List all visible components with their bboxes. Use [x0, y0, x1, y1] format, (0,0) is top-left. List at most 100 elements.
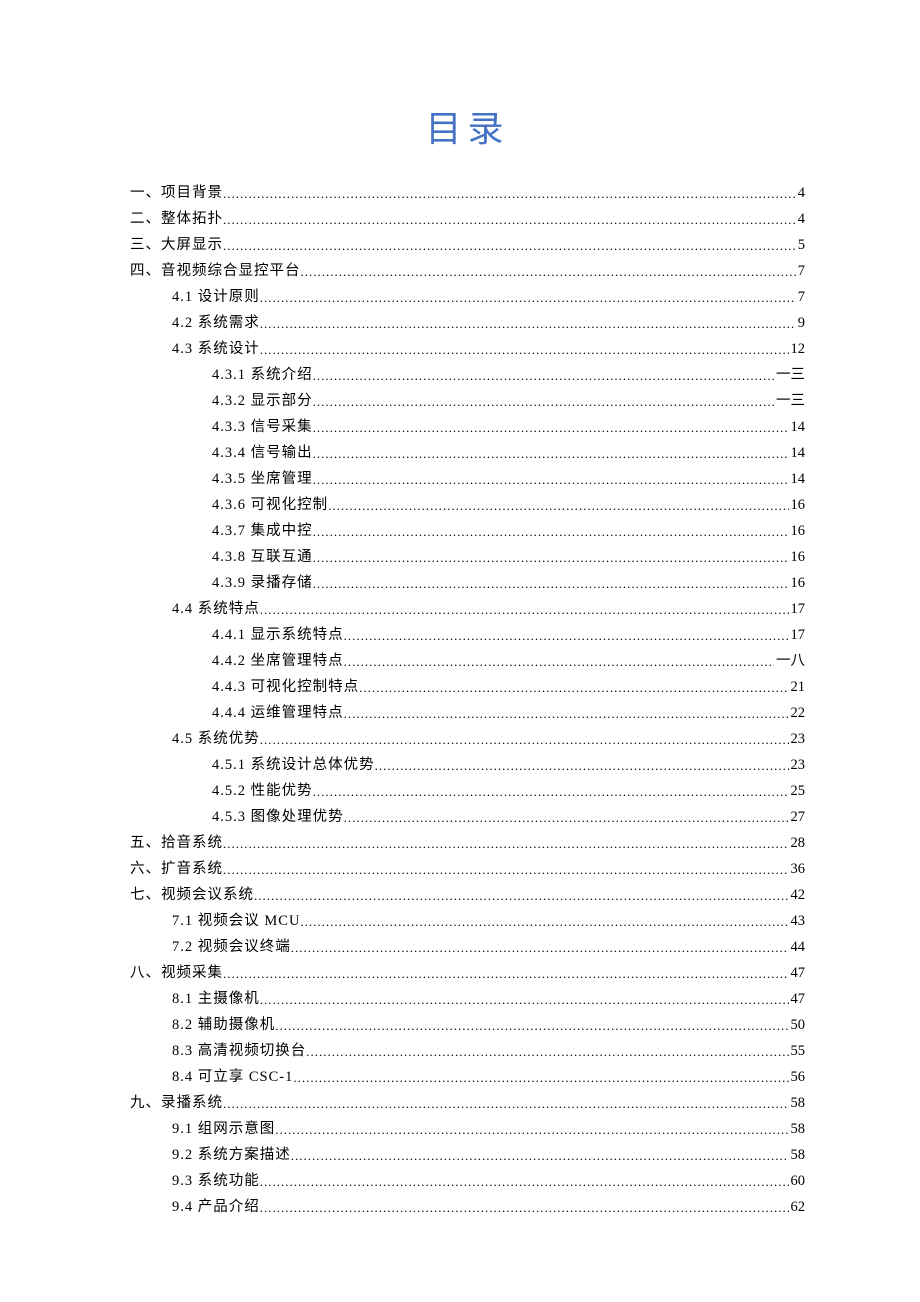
- toc-entry-leader: [344, 701, 789, 726]
- toc-entry-label: 4.3.8 互联互通: [212, 545, 313, 570]
- toc-entry[interactable]: 4.3.6 可视化控制16: [130, 492, 805, 518]
- toc-entry[interactable]: 4.1 设计原则7: [130, 284, 805, 310]
- toc-entry-page: 16: [789, 571, 806, 596]
- toc-entry-label: 7.1 视频会议 MCU: [172, 909, 300, 934]
- toc-entry-leader: [275, 1117, 788, 1142]
- toc-entry-label: 一、项目背景: [130, 181, 223, 206]
- toc-entry-leader: [375, 753, 789, 778]
- toc-entry-label: 4.3.3 信号采集: [212, 415, 313, 440]
- toc-entry[interactable]: 一、项目背景 4: [130, 180, 805, 206]
- toc-entry-page: 23: [789, 753, 806, 778]
- toc-entry[interactable]: 4.3 系统设计 12: [130, 336, 805, 362]
- toc-entry-page: 16: [789, 519, 806, 544]
- toc-entry[interactable]: 4.4.1 显示系统特点17: [130, 622, 805, 648]
- toc-entry[interactable]: 4.3.1 系统介绍一三: [130, 362, 805, 388]
- toc-entry[interactable]: 4.3.5 坐席管理14: [130, 466, 805, 492]
- toc-entry-label: 六、扩音系统: [130, 857, 223, 882]
- toc-entry-page: 55: [789, 1039, 806, 1064]
- toc-entry-page: 21: [789, 675, 806, 700]
- toc-entry-label: 8.1 主摄像机: [172, 987, 260, 1012]
- toc-entry[interactable]: 7.1 视频会议 MCU43: [130, 908, 805, 934]
- toc-entry-leader: [254, 883, 789, 908]
- toc-entry-label: 4.5.2 性能优势: [212, 779, 313, 804]
- toc-entry[interactable]: 4.5 系统优势 23: [130, 726, 805, 752]
- toc-entry-label: 五、拾音系统: [130, 831, 223, 856]
- toc-entry-leader: [291, 1143, 789, 1168]
- toc-entry[interactable]: 9.3 系统功能60: [130, 1168, 805, 1194]
- toc-entry-label: 9.1 组网示意图: [172, 1117, 275, 1142]
- toc-entry-leader: [313, 363, 774, 388]
- toc-entry[interactable]: 二、整体拓扑4: [130, 206, 805, 232]
- toc-entry-page: 27: [789, 805, 806, 830]
- toc-entry[interactable]: 4.5.1 系统设计总体优势 23: [130, 752, 805, 778]
- toc-entry[interactable]: 8.2 辅助摄像机50: [130, 1012, 805, 1038]
- toc-entry-label: 四、音视频综合显控平台: [130, 259, 301, 284]
- toc-entry[interactable]: 五、拾音系统 28: [130, 830, 805, 856]
- toc-list: 一、项目背景4二、整体拓扑4三、大屏显示5四、音视频综合显控平台74.1 设计原…: [130, 180, 805, 1220]
- toc-entry-label: 三、大屏显示: [130, 233, 223, 258]
- toc-entry-page: 47: [789, 961, 806, 986]
- toc-entry[interactable]: 4.4.2 坐席管理特点一八: [130, 648, 805, 674]
- toc-entry-page: 22: [789, 701, 806, 726]
- toc-entry-page: 7: [796, 285, 805, 310]
- toc-entry-page: 16: [789, 493, 806, 518]
- toc-entry[interactable]: 9.4 产品介绍62: [130, 1194, 805, 1220]
- toc-entry-label: 8.3 高清视频切换台: [172, 1039, 306, 1064]
- toc-entry-label: 4.5 系统优势: [172, 727, 260, 752]
- toc-entry-leader: [313, 441, 789, 466]
- toc-entry-page: 23: [789, 727, 806, 752]
- toc-entry[interactable]: 8.3 高清视频切换台 55: [130, 1038, 805, 1064]
- toc-title: 目录: [130, 100, 805, 152]
- toc-entry[interactable]: 三、大屏显示5: [130, 232, 805, 258]
- toc-entry[interactable]: 4.3.3 信号采集14: [130, 414, 805, 440]
- toc-entry[interactable]: 9.1 组网示意图58: [130, 1116, 805, 1142]
- toc-entry-page: 9: [796, 311, 805, 336]
- toc-entry[interactable]: 7.2 视频会议终端44: [130, 934, 805, 960]
- toc-entry[interactable]: 八、视频采集47: [130, 960, 805, 986]
- toc-entry-page: 44: [789, 935, 806, 960]
- toc-entry[interactable]: 4.4.3 可视化控制特点 21: [130, 674, 805, 700]
- toc-entry-label: 九、录播系统: [130, 1091, 223, 1116]
- toc-entry-label: 4.3 系统设计: [172, 337, 260, 362]
- toc-entry-label: 七、视频会议系统: [130, 883, 254, 908]
- toc-entry[interactable]: 9.2 系统方案描述58: [130, 1142, 805, 1168]
- toc-entry-label: 4.3.1 系统介绍: [212, 363, 313, 388]
- toc-entry[interactable]: 4.5.2 性能优势 25: [130, 778, 805, 804]
- toc-entry-leader: [260, 337, 789, 362]
- toc-entry[interactable]: 4.3.8 互联互通16: [130, 544, 805, 570]
- toc-entry-page: 58: [789, 1091, 806, 1116]
- toc-entry-label: 4.4.4 运维管理特点: [212, 701, 344, 726]
- toc-entry[interactable]: 四、音视频综合显控平台7: [130, 258, 805, 284]
- toc-entry[interactable]: 4.3.2 显示部分一三: [130, 388, 805, 414]
- toc-entry-page: 17: [789, 623, 806, 648]
- toc-entry-label: 4.3.4 信号输出: [212, 441, 313, 466]
- toc-entry-leader: [293, 1065, 788, 1090]
- toc-entry[interactable]: 4.4.4 运维管理特点 22: [130, 700, 805, 726]
- toc-entry-leader: [313, 415, 789, 440]
- toc-entry[interactable]: 4.3.4 信号输出14: [130, 440, 805, 466]
- toc-entry-page: 25: [789, 779, 806, 804]
- toc-entry-leader: [344, 805, 789, 830]
- toc-entry[interactable]: 4.4 系统特点17: [130, 596, 805, 622]
- toc-entry[interactable]: 六、扩音系统36: [130, 856, 805, 882]
- toc-entry-leader: [223, 831, 789, 856]
- toc-entry-page: 4: [796, 181, 805, 206]
- toc-entry[interactable]: 4.3.7 集成中控16: [130, 518, 805, 544]
- toc-entry[interactable]: 4.3.9 录播存储16: [130, 570, 805, 596]
- toc-entry-page: 4: [796, 207, 805, 232]
- toc-entry-leader: [344, 649, 774, 674]
- toc-entry[interactable]: 4.2 系统需求9: [130, 310, 805, 336]
- toc-entry-leader: [223, 961, 789, 986]
- toc-entry-label: 4.5.1 系统设计总体优势: [212, 753, 375, 778]
- toc-entry[interactable]: 8.1 主摄像机47: [130, 986, 805, 1012]
- toc-entry-label: 8.4 可立享 CSC-1: [172, 1065, 293, 1090]
- toc-entry[interactable]: 4.5.3 图像处理优势27: [130, 804, 805, 830]
- toc-entry[interactable]: 七、视频会议系统42: [130, 882, 805, 908]
- toc-entry[interactable]: 九、录播系统 58: [130, 1090, 805, 1116]
- toc-entry[interactable]: 8.4 可立享 CSC-156: [130, 1064, 805, 1090]
- toc-entry-page: 12: [789, 337, 806, 362]
- toc-entry-leader: [328, 493, 788, 518]
- toc-entry-label: 4.4.3 可视化控制特点: [212, 675, 359, 700]
- toc-entry-page: 28: [789, 831, 806, 856]
- toc-entry-leader: [275, 1013, 788, 1038]
